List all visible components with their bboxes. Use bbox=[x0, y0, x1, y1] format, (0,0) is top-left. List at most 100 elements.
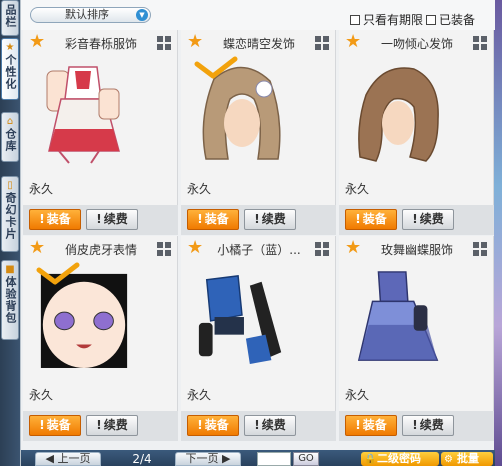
favorite-star-icon[interactable]: ★ bbox=[187, 239, 203, 257]
tab-personalize-label: 个性化 bbox=[4, 54, 17, 90]
filter-equipped-label: 已装备 bbox=[439, 13, 476, 27]
chevron-down-icon[interactable]: ▼ bbox=[136, 9, 148, 21]
alert-icon: ! bbox=[96, 212, 102, 226]
renew-label: 续费 bbox=[419, 212, 444, 226]
grid-view-icon[interactable] bbox=[157, 242, 171, 256]
tab-trial-bag[interactable]: ■ 体验背包 bbox=[1, 260, 19, 340]
item-name: 一吻倾心发饰 bbox=[380, 37, 453, 51]
tab-warehouse-label: 仓库 bbox=[4, 128, 17, 152]
favorite-star-icon[interactable]: ★ bbox=[345, 33, 361, 51]
equip-label: 装备 bbox=[362, 212, 387, 226]
item-row: ★ 俏皮虎牙表情 永久 ! 装备 ! 续费 ★ 小橘子（蓝）... 永久 ! 装… bbox=[23, 236, 495, 441]
favorite-star-icon[interactable]: ★ bbox=[345, 239, 361, 257]
item-duration: 永久 bbox=[345, 182, 370, 196]
equip-button[interactable]: ! 装备 bbox=[187, 415, 239, 436]
tab-warehouse[interactable]: ⌂ 仓库 bbox=[1, 112, 19, 162]
alert-icon: ! bbox=[254, 212, 260, 226]
renew-button[interactable]: ! 续费 bbox=[86, 415, 138, 436]
sort-dropdown[interactable]: 默认排序 ▼ bbox=[30, 7, 151, 23]
equipped-check-icon bbox=[36, 262, 80, 285]
grid-view-icon[interactable] bbox=[315, 36, 329, 50]
favorite-star-icon[interactable]: ★ bbox=[187, 33, 203, 51]
grid-view-icon[interactable] bbox=[473, 242, 487, 256]
item-card[interactable]: ★ 一吻倾心发饰 永久 ! 装备 ! 续费 bbox=[339, 30, 494, 235]
item-thumbnail-outfit[interactable] bbox=[35, 58, 133, 166]
equip-button[interactable]: ! 装备 bbox=[29, 415, 81, 436]
secondary-password-button[interactable]: 🔒 二级密码 bbox=[361, 452, 439, 466]
equip-button[interactable]: ! 装备 bbox=[345, 415, 397, 436]
filter-equipped-checkbox[interactable]: 已装备 bbox=[426, 11, 475, 28]
tab-fantasy-cards[interactable]: ▯ 奇幻卡片 bbox=[1, 176, 19, 252]
item-card[interactable]: ★ 俏皮虎牙表情 永久 ! 装备 ! 续费 bbox=[23, 236, 178, 441]
page-indicator: 2/4 bbox=[132, 452, 152, 466]
item-header: ★ 玫舞幽蝶服饰 bbox=[339, 236, 494, 261]
tab-trial-bag-label: 体验背包 bbox=[4, 276, 17, 324]
item-thumbnail-outfit[interactable] bbox=[351, 264, 449, 372]
alert-icon: ! bbox=[355, 418, 361, 432]
page-number-input[interactable] bbox=[257, 452, 291, 466]
filter-expiry-checkbox[interactable]: 只看有期限 bbox=[350, 11, 423, 28]
item-actions: ! 装备 ! 续费 bbox=[339, 205, 494, 235]
renew-label: 续费 bbox=[103, 212, 128, 226]
equip-label: 装备 bbox=[362, 418, 387, 432]
prev-page-button[interactable]: ◀ 上一页 bbox=[35, 452, 101, 466]
grid-view-icon[interactable] bbox=[157, 36, 171, 50]
tab-personalize[interactable]: ★ 个性化 bbox=[1, 38, 19, 100]
alert-icon: ! bbox=[197, 418, 203, 432]
item-duration: 永久 bbox=[187, 388, 212, 402]
renew-label: 续费 bbox=[261, 418, 286, 432]
card-icon: ▯ bbox=[7, 180, 13, 191]
inventory-panel: 默认排序 ▼ 只看有期限 已装备 ★ 彩音春栎服饰 永久 ! 装备 ! 续费 ★… bbox=[20, 0, 495, 466]
favorite-star-icon[interactable]: ★ bbox=[29, 33, 45, 51]
item-thumbnail-hair[interactable] bbox=[351, 58, 449, 166]
renew-button[interactable]: ! 续费 bbox=[244, 415, 296, 436]
item-card[interactable]: ★ 玫舞幽蝶服饰 永久 ! 装备 ! 续费 bbox=[339, 236, 494, 441]
item-card[interactable]: ★ 彩音春栎服饰 永久 ! 装备 ! 续费 bbox=[23, 30, 178, 235]
renew-button[interactable]: ! 续费 bbox=[402, 415, 454, 436]
item-name: 小橘子（蓝）... bbox=[217, 243, 301, 257]
lock-icon: 🔒 bbox=[364, 454, 377, 465]
favorite-star-icon[interactable]: ★ bbox=[29, 239, 45, 257]
background-scenery bbox=[494, 0, 502, 466]
alert-icon: ! bbox=[96, 418, 102, 432]
item-thumbnail-outfit[interactable] bbox=[193, 264, 291, 372]
item-duration: 永久 bbox=[29, 388, 54, 402]
renew-button[interactable]: ! 续费 bbox=[86, 209, 138, 230]
go-button[interactable]: GO bbox=[293, 452, 319, 466]
item-actions: ! 装备 ! 续费 bbox=[23, 411, 178, 441]
renew-label: 续费 bbox=[419, 418, 444, 432]
equip-label: 装备 bbox=[204, 212, 229, 226]
renew-button[interactable]: ! 续费 bbox=[402, 209, 454, 230]
equip-button[interactable]: ! 装备 bbox=[187, 209, 239, 230]
renew-button[interactable]: ! 续费 bbox=[244, 209, 296, 230]
item-card[interactable]: ★ 蝶恋晴空发饰 永久 ! 装备 ! 续费 bbox=[181, 30, 336, 235]
arrow-right-icon: ▶ bbox=[218, 452, 231, 465]
toolbar: 默认排序 ▼ 只看有期限 已装备 bbox=[21, 0, 495, 30]
batch-button[interactable]: ⚙ 批量 bbox=[441, 452, 493, 466]
checkbox-box[interactable] bbox=[426, 14, 436, 25]
gear-icon: ⚙ bbox=[444, 454, 453, 465]
grid-view-icon[interactable] bbox=[473, 36, 487, 50]
item-duration: 永久 bbox=[29, 182, 54, 196]
alert-icon: ! bbox=[412, 418, 418, 432]
side-tab-rail: 品栏 ★ 个性化 ⌂ 仓库 ▯ 奇幻卡片 ■ 体验背包 bbox=[0, 0, 20, 466]
alert-icon: ! bbox=[39, 212, 45, 226]
tab-inventory[interactable]: 品栏 bbox=[1, 0, 19, 36]
item-card[interactable]: ★ 小橘子（蓝）... 永久 ! 装备 ! 续费 bbox=[181, 236, 336, 441]
tab-inventory-label: 品栏 bbox=[4, 4, 17, 28]
checkbox-box[interactable] bbox=[350, 14, 360, 25]
grid-view-icon[interactable] bbox=[315, 242, 329, 256]
equip-label: 装备 bbox=[46, 212, 71, 226]
equipped-check-icon bbox=[194, 56, 238, 79]
item-header: ★ 蝶恋晴空发饰 bbox=[181, 30, 336, 55]
equip-button[interactable]: ! 装备 bbox=[29, 209, 81, 230]
item-actions: ! 装备 ! 续费 bbox=[181, 205, 336, 235]
filter-expiry-label: 只看有期限 bbox=[363, 13, 424, 27]
pagination-bar: ◀ 上一页 2/4 下一页 ▶ GO 🔒 二级密码 ⚙ 批量 bbox=[21, 450, 495, 466]
equip-button[interactable]: ! 装备 bbox=[345, 209, 397, 230]
prev-page-label: 上一页 bbox=[57, 452, 91, 465]
alert-icon: ! bbox=[355, 212, 361, 226]
item-actions: ! 装备 ! 续费 bbox=[23, 205, 178, 235]
item-actions: ! 装备 ! 续费 bbox=[181, 411, 336, 441]
next-page-button[interactable]: 下一页 ▶ bbox=[175, 452, 241, 466]
